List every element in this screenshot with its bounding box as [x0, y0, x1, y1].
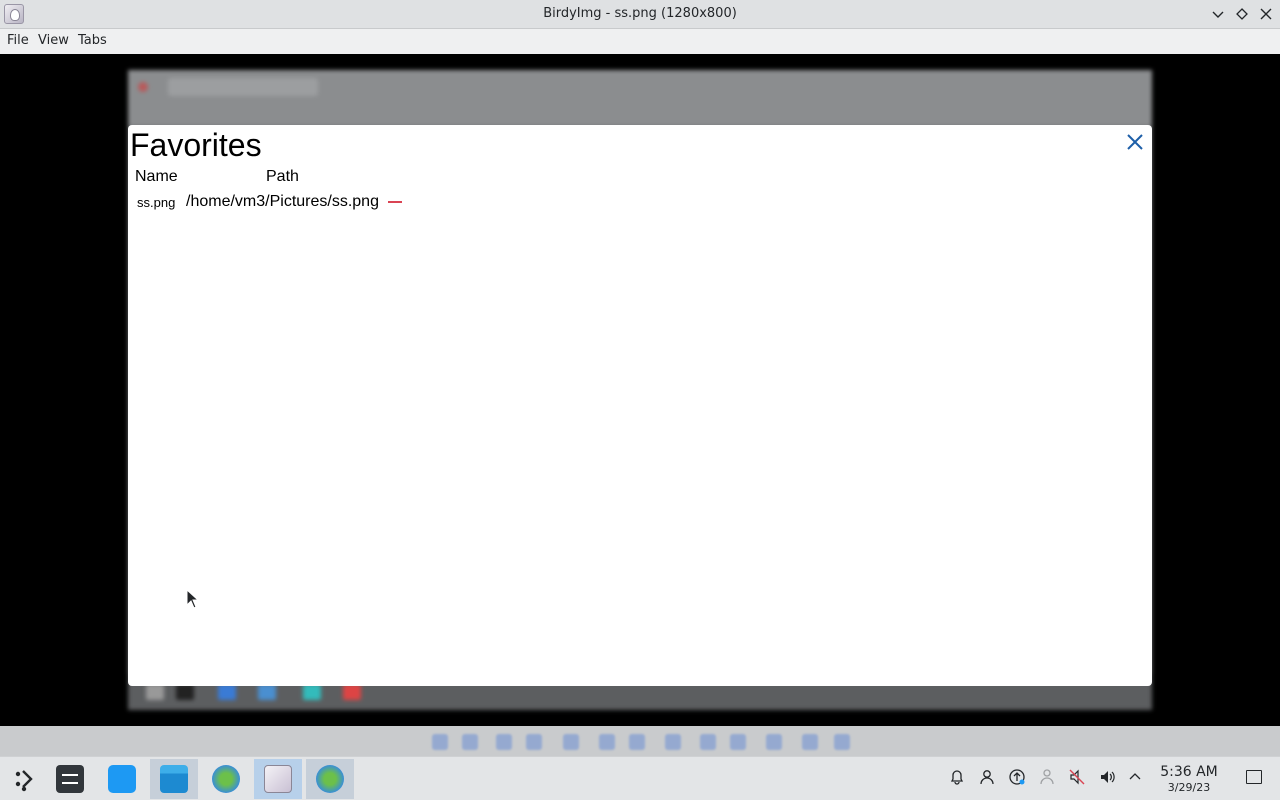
slideshow-icon[interactable] [834, 734, 850, 750]
updates-icon[interactable] [1008, 768, 1026, 786]
user-icon[interactable] [978, 768, 996, 786]
maximize-button[interactable] [1233, 5, 1251, 23]
app-launcher-icon [15, 770, 33, 792]
notifications-icon[interactable] [948, 768, 966, 786]
dialog-title: Favorites [130, 127, 262, 163]
column-header-path: Path [266, 168, 299, 185]
gallery-icon[interactable] [665, 734, 681, 750]
share-icon[interactable] [802, 734, 818, 750]
task-discover[interactable] [98, 759, 146, 799]
previous-icon[interactable] [432, 734, 448, 750]
system-settings-icon [56, 765, 84, 793]
birdyimg-icon [264, 765, 292, 793]
clock-date: 3/29/23 [1167, 781, 1211, 794]
delete-icon[interactable] [766, 734, 782, 750]
task-browser-2[interactable] [306, 759, 354, 799]
discover-store-icon [108, 765, 136, 793]
browser-globe-icon [316, 765, 344, 793]
rotate-left-icon[interactable] [599, 734, 615, 750]
mouse-cursor-icon [186, 589, 200, 609]
network-icon[interactable] [1038, 768, 1056, 786]
clock-time: 5:36 AM [1160, 764, 1218, 780]
minimize-button[interactable] [1209, 5, 1227, 23]
menu-tabs[interactable]: Tabs [78, 33, 107, 48]
menu-file[interactable]: File [7, 33, 29, 48]
favorite-path[interactable]: /home/vm3/Pictures/ss.png [186, 193, 379, 211]
next-icon[interactable] [462, 734, 478, 750]
clock[interactable]: 5:36 AM 3/29/23 [1152, 764, 1226, 794]
taskbar [0, 756, 1280, 800]
diamond-icon [1236, 8, 1248, 20]
column-header-name: Name [135, 168, 178, 185]
browser-globe-icon [212, 765, 240, 793]
window-titlebar: BirdyImg - ss.png (1280x800) [0, 0, 1280, 29]
dialog-close-button[interactable] [1124, 131, 1146, 153]
menu-view[interactable]: View [38, 33, 69, 48]
window-close-button[interactable] [1257, 5, 1275, 23]
window-title: BirdyImg - ss.png (1280x800) [543, 6, 737, 21]
zoom-out-icon[interactable] [526, 734, 542, 750]
favorite-icon[interactable] [700, 734, 716, 750]
task-system-settings[interactable] [46, 759, 94, 799]
menu-bar: File View Tabs [0, 29, 1280, 54]
file-manager-icon [160, 765, 188, 793]
task-file-manager[interactable] [150, 759, 198, 799]
show-desktop-button[interactable] [1246, 770, 1262, 784]
volume-icon[interactable] [1098, 768, 1116, 786]
task-browser-1[interactable] [202, 759, 250, 799]
fit-icon[interactable] [563, 734, 579, 750]
remove-favorite-button[interactable] [388, 196, 402, 208]
zoom-in-icon[interactable] [496, 734, 512, 750]
edit-icon[interactable] [730, 734, 746, 750]
close-icon [1127, 134, 1143, 150]
rotate-right-icon[interactable] [629, 734, 645, 750]
viewer-toolbar [0, 726, 1280, 756]
favorites-dialog: Favorites Name Path ss.png /home/vm3/Pic… [128, 125, 1152, 686]
favorite-name[interactable]: ss.png [137, 195, 175, 210]
app-launcher-button[interactable] [0, 759, 48, 799]
mute-icon[interactable] [1068, 768, 1086, 786]
close-icon [1260, 8, 1272, 20]
chevron-down-icon [1212, 11, 1224, 18]
expand-tray-icon[interactable] [1126, 768, 1144, 786]
task-birdyimg[interactable] [254, 759, 302, 799]
